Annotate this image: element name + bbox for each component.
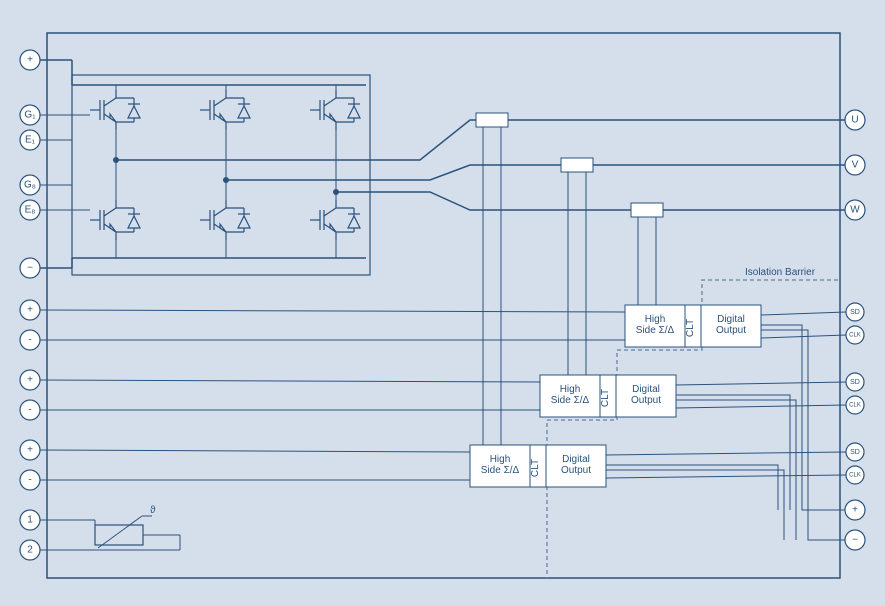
pin-t1: 1 xyxy=(27,515,33,526)
left-pins: + G₁ E₁ G₈ E₈ − + - + - + - 1 2 xyxy=(20,50,40,560)
adc3-do: DigitalOutput xyxy=(561,454,591,476)
thermistor: ϑ xyxy=(40,505,180,550)
thermistor-theta: ϑ xyxy=(150,505,156,516)
pin-plus-r: + xyxy=(852,505,858,516)
pin-clk1: CLK xyxy=(849,333,861,339)
pin-minus-r: − xyxy=(852,535,858,546)
pin-minus-b: - xyxy=(28,405,31,416)
adc-block-3: HighSide Σ/Δ CLT DigitalOutput xyxy=(470,445,606,487)
pin-plus-c: + xyxy=(27,445,33,456)
adc3-clt: CLT xyxy=(530,459,541,477)
pin-sd2: SD xyxy=(850,379,860,386)
pin-clk2: CLK xyxy=(849,403,861,409)
pin-clk3: CLK xyxy=(849,473,861,479)
shunt-v xyxy=(561,158,593,172)
adc2-clt: CLT xyxy=(600,389,611,407)
pin-plus-top: + xyxy=(27,55,33,66)
adc1-clt: CLT xyxy=(685,319,696,337)
adc1-do: DigitalOutput xyxy=(716,314,746,336)
diagram-root: + G₁ E₁ G₈ E₈ − + - + - + - 1 2 U V W SD… xyxy=(0,0,885,606)
right-pins: U V W SD CLK SD CLK SD CLK + − xyxy=(845,110,865,550)
adc-block-2: HighSide Σ/Δ CLT DigitalOutput xyxy=(540,375,676,417)
igbt-phase-w xyxy=(310,90,360,240)
adc2-do: DigitalOutput xyxy=(631,384,661,406)
pin-minus-top: − xyxy=(27,263,33,274)
pin-v: V xyxy=(852,160,859,171)
shunt-w xyxy=(631,203,663,217)
pin-g8: G₈ xyxy=(24,180,36,191)
pin-w: W xyxy=(850,205,860,216)
igbt-phase-u xyxy=(90,90,140,240)
pin-g1: G₁ xyxy=(24,110,36,121)
pin-t2: 2 xyxy=(27,545,33,556)
igbt-phase-v xyxy=(200,90,250,240)
pin-minus-a: - xyxy=(28,335,31,346)
pin-e8: E₈ xyxy=(25,205,36,216)
pin-plus-a: + xyxy=(27,305,33,316)
pin-minus-c: - xyxy=(28,475,31,486)
pin-sd1: SD xyxy=(850,309,860,316)
adc-block-1: HighSide Σ/Δ CLT DigitalOutput xyxy=(625,305,761,347)
pin-plus-b: + xyxy=(27,375,33,386)
shunt-u xyxy=(476,113,508,127)
pin-u: U xyxy=(851,115,858,126)
isolation-barrier-label: Isolation Barrier xyxy=(745,267,816,278)
pin-e1: E₁ xyxy=(25,135,36,146)
pin-sd3: SD xyxy=(850,449,860,456)
